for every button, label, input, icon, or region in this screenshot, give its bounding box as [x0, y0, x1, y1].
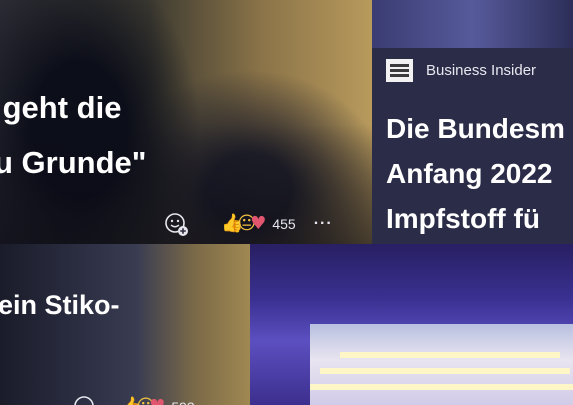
- add-reaction-button[interactable]: [72, 394, 98, 405]
- article-card[interactable]: geht die u Grunde" 👍 😐 ♥ 455 ···: [0, 0, 372, 244]
- more-options-button[interactable]: ···: [314, 215, 333, 233]
- smiley-plus-icon: [165, 213, 188, 236]
- add-reaction-button[interactable]: [163, 211, 189, 237]
- article-headline[interactable]: geht die u Grunde": [0, 80, 372, 190]
- heart-icon: ♥: [149, 397, 165, 405]
- reaction-summary[interactable]: 👍 😐 ♥ 455: [221, 214, 296, 234]
- deck-lights: [340, 352, 560, 358]
- article-card[interactable]: [250, 244, 573, 405]
- smiley-plus-icon: [74, 396, 94, 405]
- reaction-count: 593: [171, 399, 194, 405]
- article-headline[interactable]: Die Bundesm Anfang 2022 Impfstoff fü: [386, 106, 573, 241]
- source-name[interactable]: Business Insider: [426, 62, 536, 79]
- cruise-ship-image: [310, 324, 573, 405]
- reaction-row: 👍 😐 ♥ 455 ···: [163, 211, 333, 237]
- publisher-logo-icon: [386, 58, 413, 82]
- reaction-count: 455: [272, 216, 296, 232]
- article-card[interactable]: ein Stiko- 👍 😐 ♥ 593: [0, 244, 250, 405]
- article-headline[interactable]: ein Stiko-: [0, 290, 120, 321]
- article-image: [372, 0, 573, 48]
- reaction-summary[interactable]: 👍 😐 ♥ 593: [120, 397, 195, 405]
- deck-lights: [320, 368, 570, 374]
- reaction-row: 👍 😐 ♥ 593: [72, 394, 195, 405]
- heart-icon: ♥: [250, 213, 267, 234]
- source-row: Business Insider: [386, 58, 536, 82]
- deck-lights: [310, 384, 573, 390]
